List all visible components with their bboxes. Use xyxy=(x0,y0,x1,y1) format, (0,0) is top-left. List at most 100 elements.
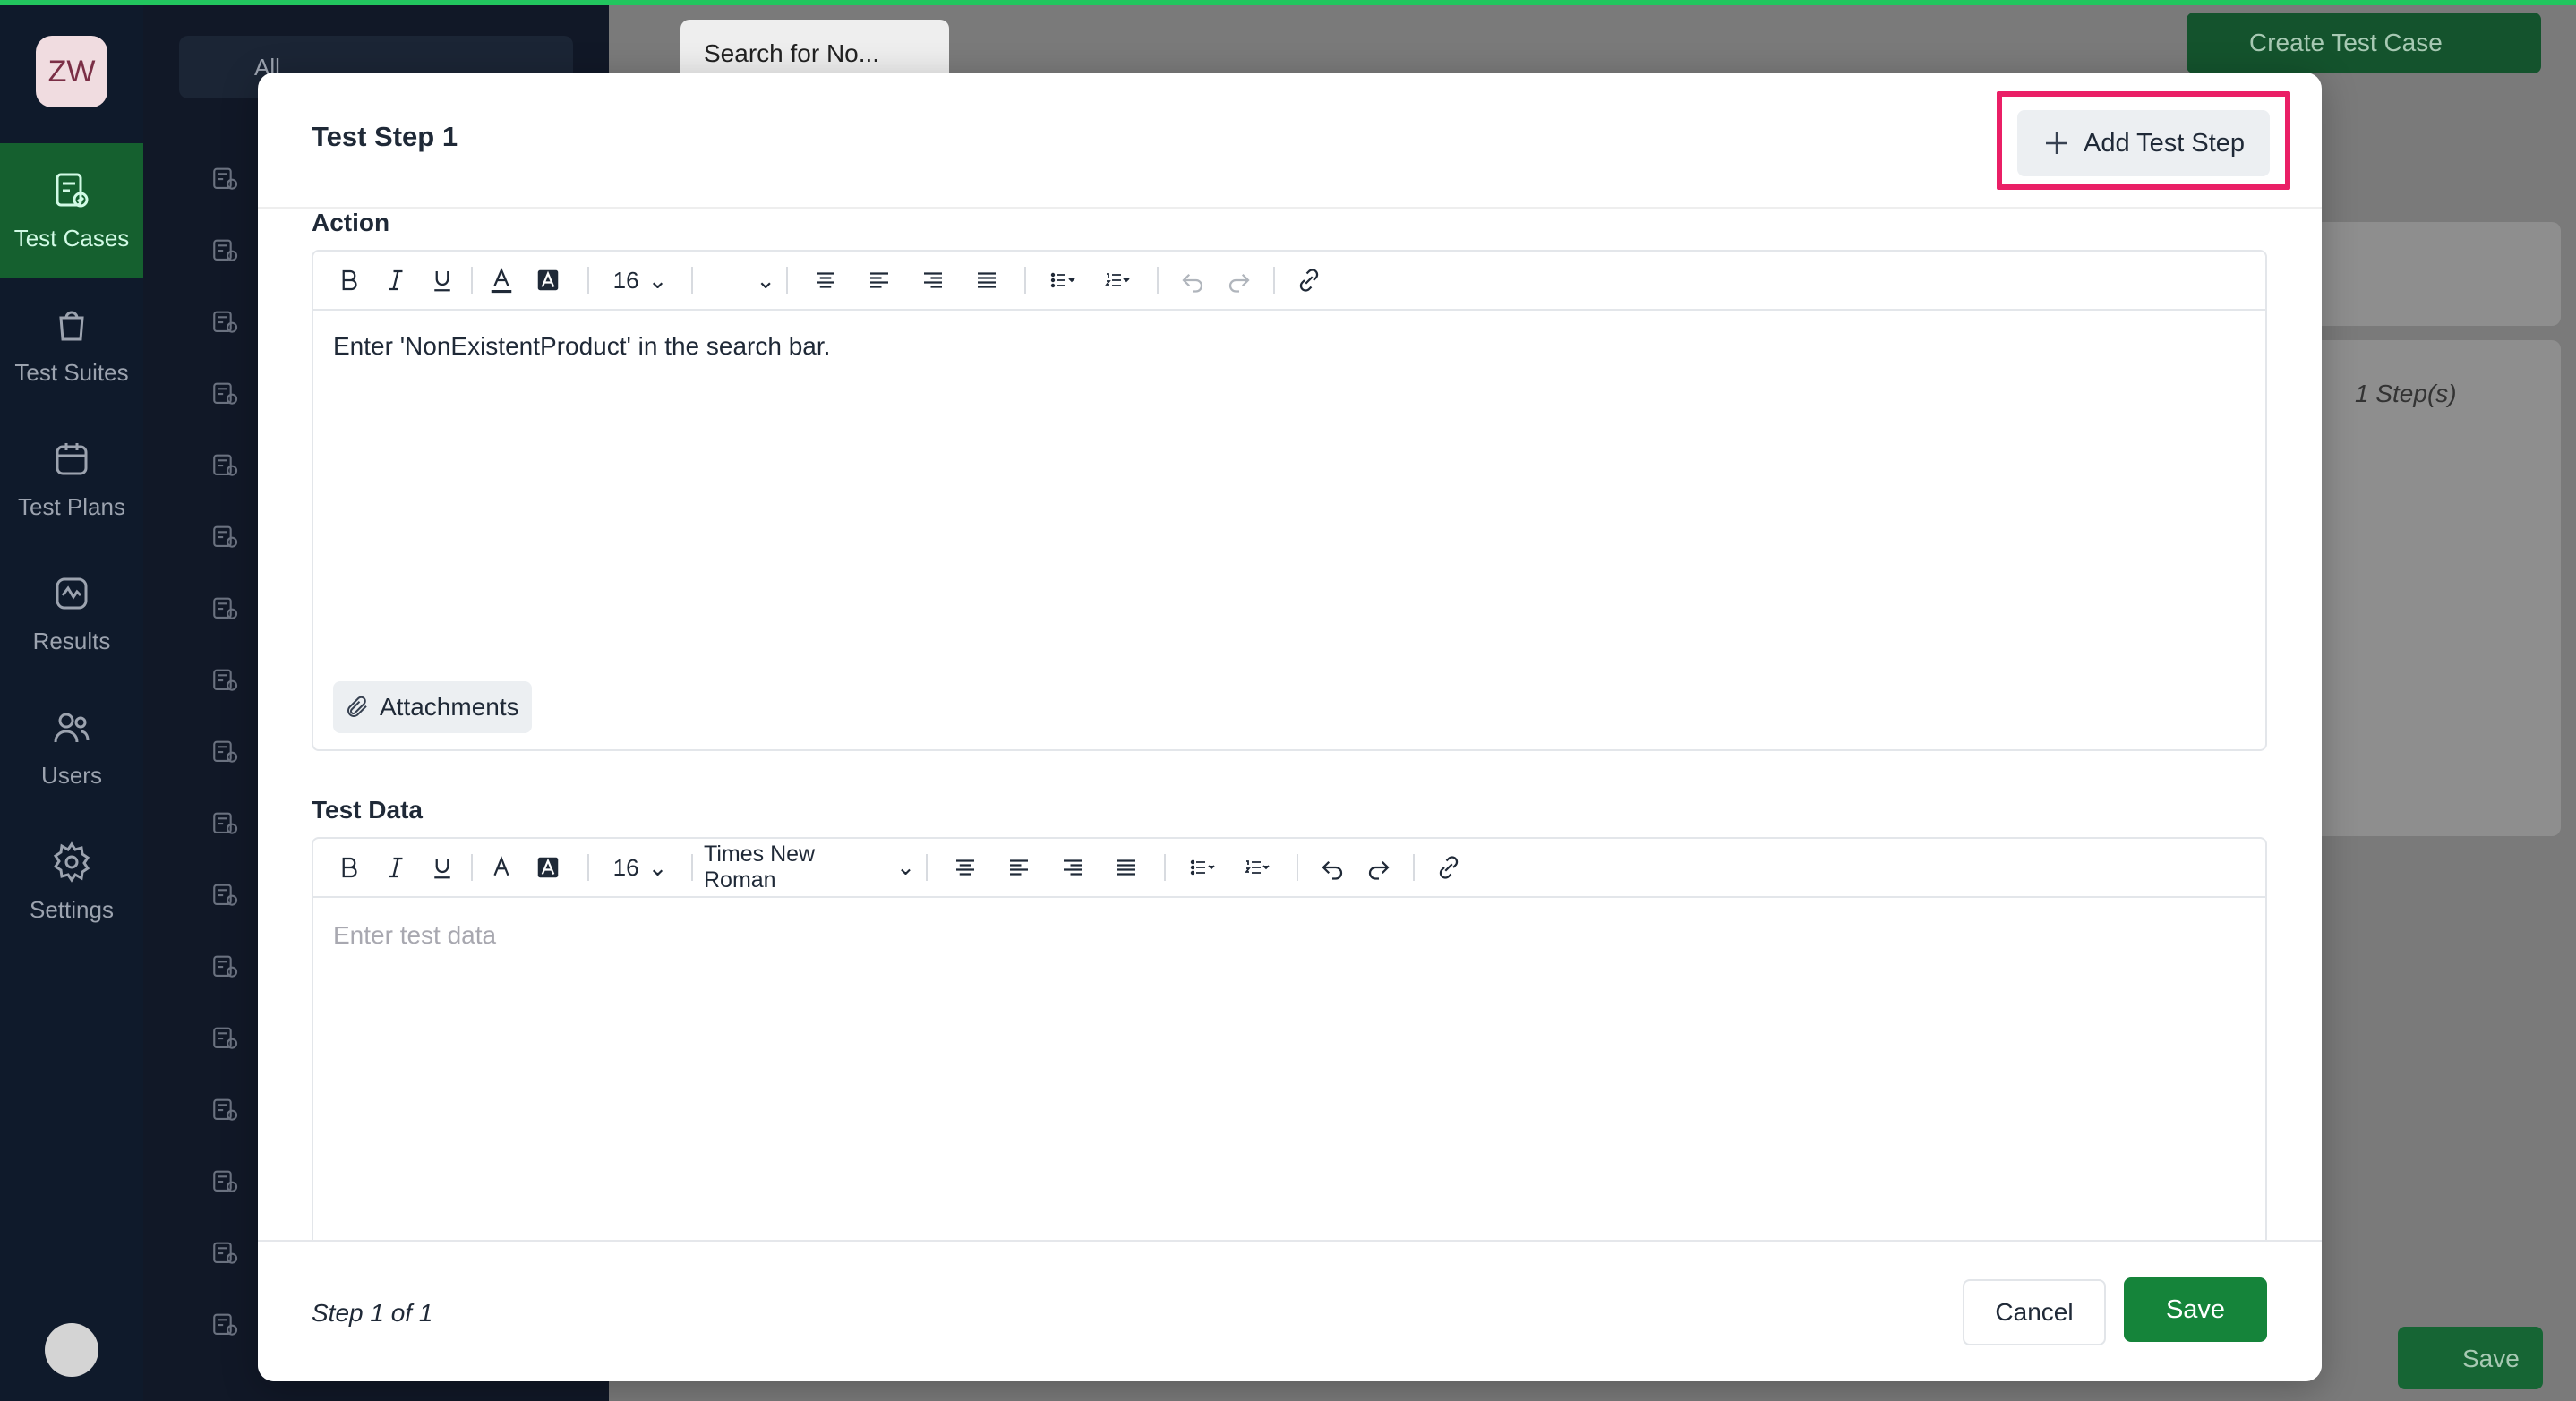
top-progress-line xyxy=(0,0,2576,5)
background-color-icon xyxy=(537,857,559,878)
toolbar-divider xyxy=(1413,854,1415,881)
align-right-button[interactable] xyxy=(1046,838,1100,897)
nav-settings[interactable]: Settings xyxy=(0,815,143,949)
test-case-icon xyxy=(213,382,238,405)
font-color-icon xyxy=(491,267,512,294)
background-save-button[interactable]: Save xyxy=(2398,1327,2543,1389)
undo-icon xyxy=(1322,860,1343,880)
test-case-icon xyxy=(213,454,238,476)
font-size-select[interactable]: 16 ⌄ xyxy=(600,838,680,897)
action-content[interactable]: Enter 'NonExistentProduct' in the search… xyxy=(333,332,830,361)
user-initials-avatar[interactable]: ZW xyxy=(36,36,107,107)
align-right-icon xyxy=(1064,859,1082,876)
chevron-down-icon: ⌄ xyxy=(647,853,668,881)
redo-button[interactable] xyxy=(1356,838,1402,897)
nav-label: Test Suites xyxy=(14,358,129,386)
background-color-icon xyxy=(537,269,559,291)
font-color-icon xyxy=(493,855,509,876)
profile-avatar[interactable] xyxy=(45,1323,98,1377)
font-size-value: 16 xyxy=(612,266,639,294)
modal-header: Test Step 1 Add Test Step xyxy=(258,73,2322,209)
test-case-icon xyxy=(213,597,238,619)
test-case-icon xyxy=(213,884,238,906)
align-left-button[interactable] xyxy=(992,838,1046,897)
users-icon xyxy=(54,713,90,742)
align-right-icon xyxy=(924,272,942,288)
font-color-button[interactable] xyxy=(484,838,519,897)
link-icon xyxy=(1439,856,1459,879)
align-justify-icon xyxy=(1117,859,1135,876)
numbered-list-button[interactable] xyxy=(1089,251,1146,310)
align-center-icon xyxy=(956,859,974,876)
test-case-icon xyxy=(213,525,238,548)
test-data-editor[interactable]: 16 ⌄ Times New Roman ⌄ Enter test data xyxy=(312,837,2267,1249)
action-editor[interactable]: 16 ⌄ ⌄ Enter 'NonExistentProduct' in the … xyxy=(312,250,2267,751)
highlight-color-button[interactable] xyxy=(519,838,577,897)
save-button[interactable]: Save xyxy=(2124,1277,2267,1342)
undo-button[interactable] xyxy=(1169,251,1216,310)
chevron-down-icon: ⌄ xyxy=(896,855,915,880)
action-toolbar: 16 ⌄ ⌄ xyxy=(313,252,2265,311)
nav-test-cases[interactable]: Test Cases xyxy=(0,143,143,278)
cancel-button[interactable]: Cancel xyxy=(1963,1279,2106,1345)
nav-test-suites[interactable]: Test Suites xyxy=(0,278,143,412)
bullet-list-button[interactable] xyxy=(1037,251,1089,310)
align-left-icon xyxy=(1010,859,1028,876)
test-cases-icon xyxy=(56,173,89,207)
nav-label: Settings xyxy=(30,895,114,923)
align-left-button[interactable] xyxy=(852,251,906,310)
toolbar-divider xyxy=(786,267,788,294)
underline-icon xyxy=(434,271,450,292)
add-test-step-button[interactable]: Add Test Step xyxy=(2017,110,2270,176)
highlight-color-button[interactable] xyxy=(519,251,577,310)
toolbar-divider xyxy=(1024,267,1026,294)
underline-button[interactable] xyxy=(424,838,460,897)
numbered-list-icon xyxy=(1245,860,1270,874)
underline-button[interactable] xyxy=(424,251,460,310)
align-center-button[interactable] xyxy=(799,251,852,310)
numbered-list-button[interactable] xyxy=(1228,838,1286,897)
pulse-icon xyxy=(56,577,88,609)
test-case-icon xyxy=(213,1098,238,1121)
test-data-toolbar: 16 ⌄ Times New Roman ⌄ xyxy=(313,839,2265,898)
nav-users[interactable]: Users xyxy=(0,680,143,815)
plus-icon xyxy=(2046,132,2067,154)
font-family-select[interactable]: Times New Roman ⌄ xyxy=(704,838,915,897)
insert-link-button[interactable] xyxy=(1286,251,1332,310)
test-case-icon xyxy=(213,669,238,691)
undo-button[interactable] xyxy=(1309,838,1356,897)
attachments-label: Attachments xyxy=(380,693,519,721)
align-right-button[interactable] xyxy=(906,251,960,310)
chevron-down-icon: ⌄ xyxy=(756,266,775,294)
toolbar-divider xyxy=(691,267,693,294)
paperclip-icon xyxy=(347,696,367,717)
align-center-icon xyxy=(817,272,834,288)
create-test-case-button[interactable]: Create Test Case xyxy=(2187,13,2541,73)
align-justify-button[interactable] xyxy=(1100,838,1153,897)
bold-icon xyxy=(342,857,357,878)
italic-icon xyxy=(389,857,403,878)
font-size-select[interactable]: 16 ⌄ xyxy=(600,251,680,310)
insert-link-button[interactable] xyxy=(1425,838,1472,897)
action-label: Action xyxy=(312,209,390,236)
align-center-button[interactable] xyxy=(938,838,992,897)
redo-icon xyxy=(1368,860,1390,880)
italic-button[interactable] xyxy=(367,838,424,897)
bold-button[interactable] xyxy=(331,838,367,897)
bullet-list-button[interactable] xyxy=(1177,838,1228,897)
test-case-icon xyxy=(213,1170,238,1192)
test-case-icon xyxy=(213,955,238,978)
bullet-list-icon xyxy=(1050,272,1075,288)
align-justify-icon xyxy=(978,272,996,288)
bold-button[interactable] xyxy=(331,251,367,310)
nav-label: Results xyxy=(32,627,111,654)
test-data-input[interactable]: Enter test data xyxy=(333,921,496,950)
font-color-button[interactable] xyxy=(484,251,519,310)
nav-results[interactable]: Results xyxy=(0,546,143,680)
italic-button[interactable] xyxy=(367,251,424,310)
nav-test-plans[interactable]: Test Plans xyxy=(0,412,143,546)
redo-button[interactable] xyxy=(1216,251,1262,310)
attachments-button[interactable]: Attachments xyxy=(333,681,532,733)
font-family-select[interactable]: ⌄ xyxy=(704,251,775,310)
align-justify-button[interactable] xyxy=(960,251,1014,310)
